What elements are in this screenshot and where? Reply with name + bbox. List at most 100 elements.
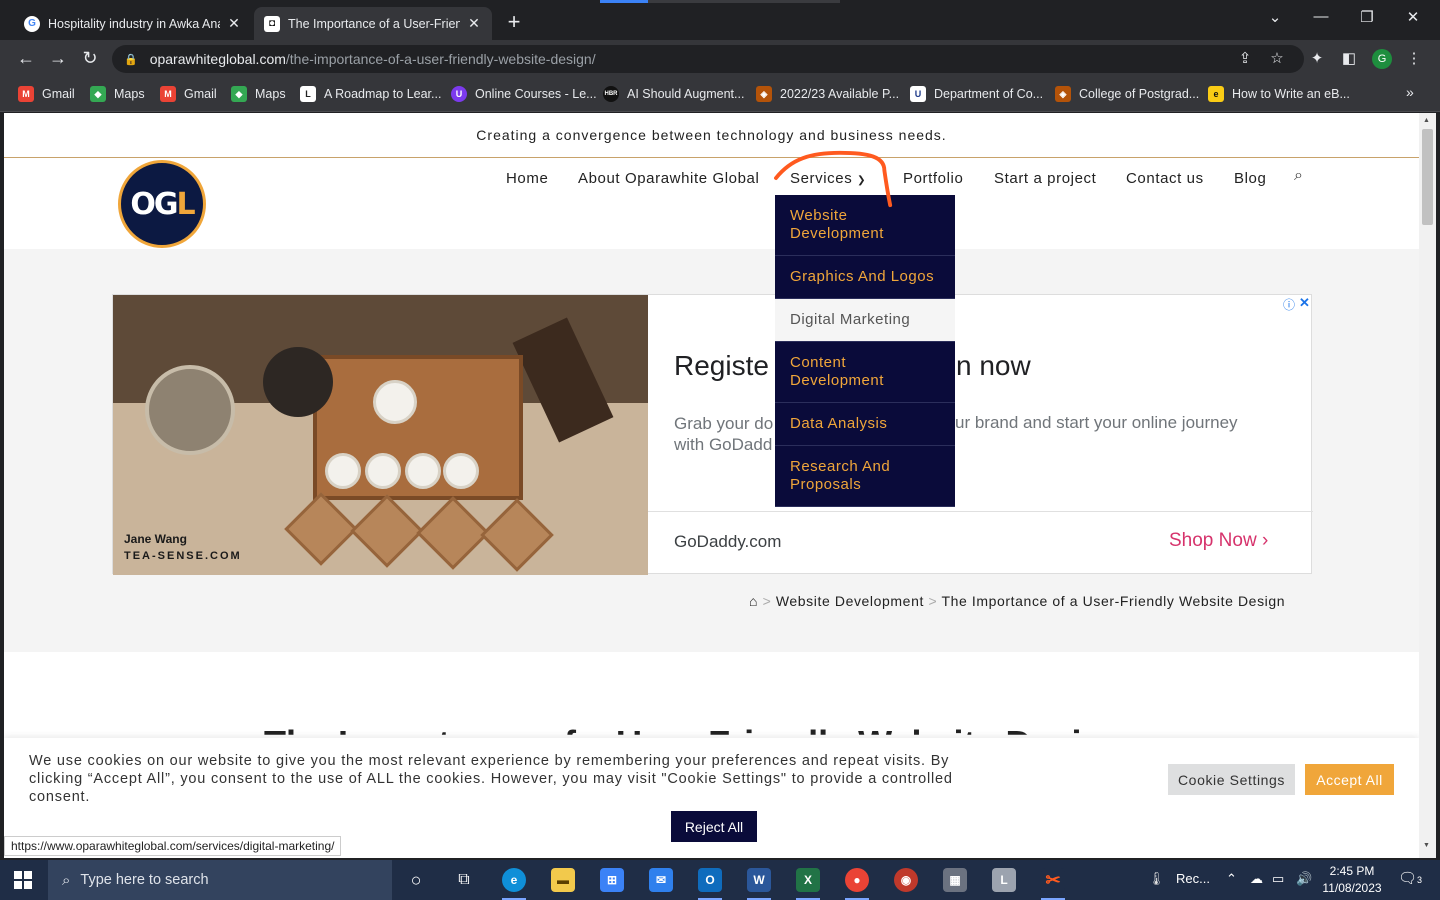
menu-item-data-analysis[interactable]: Data Analysis — [775, 403, 955, 446]
menu-item-digital-marketing[interactable]: Digital Marketing — [775, 299, 955, 342]
menu-item-graphics-logos[interactable]: Graphics And Logos — [775, 256, 955, 299]
gmail-icon: M — [18, 86, 34, 102]
windows-start-icon[interactable] — [14, 871, 32, 889]
chevron-up-icon[interactable]: ⌃ — [1226, 871, 1237, 887]
extensions-icon[interactable]: ✦ — [1306, 49, 1328, 67]
cookie-settings-button[interactable]: Cookie Settings — [1168, 764, 1295, 795]
screen-share-indicator — [600, 0, 840, 3]
divider — [648, 511, 1313, 512]
excel-icon[interactable]: X — [796, 868, 820, 900]
bookmark-maps[interactable]: ◆ Maps — [90, 86, 145, 102]
lock-icon: 🔒 — [124, 53, 138, 66]
shop-now-button[interactable]: Shop Now › — [1169, 530, 1268, 552]
bookmark-ebook[interactable]: e How to Write an eB... — [1208, 86, 1350, 102]
bookmark-maps-2[interactable]: ◆ Maps — [231, 86, 286, 102]
outlook-icon[interactable]: O — [698, 868, 722, 900]
ad-domain: GoDaddy.com — [674, 532, 782, 551]
task-view-icon[interactable]: ⧉ — [452, 868, 476, 892]
chevron-right-icon: › — [1261, 530, 1269, 551]
cortana-icon[interactable]: ○ — [404, 868, 428, 892]
mail-icon[interactable]: ✉ — [649, 868, 673, 892]
tab-hospitality[interactable]: G Hospitality industry in Awka Anambra ✕ — [14, 7, 252, 40]
bookmark-gmail-2[interactable]: M Gmail — [160, 86, 217, 102]
maps-icon: ◆ — [90, 86, 106, 102]
menu-item-research-proposals[interactable]: Research And Proposals — [775, 446, 955, 507]
edge-icon[interactable]: e — [502, 868, 526, 900]
side-panel-icon[interactable]: ◧ — [1338, 49, 1360, 67]
accept-all-button[interactable]: Accept All — [1305, 764, 1394, 795]
bookmark-online-courses[interactable]: U Online Courses - Le... — [451, 86, 597, 102]
minimize-icon[interactable]: — — [1306, 8, 1336, 25]
close-tab-icon[interactable]: ✕ — [466, 15, 482, 32]
close-tab-icon[interactable]: ✕ — [226, 15, 242, 32]
annotation-stroke — [774, 150, 893, 208]
snipping-tool-icon[interactable]: ✂ — [1041, 868, 1065, 900]
document-icon: L — [300, 86, 316, 102]
app-icon[interactable]: ◉ — [894, 868, 918, 892]
nav-start-project[interactable]: Start a project — [994, 170, 1096, 187]
reject-all-button[interactable]: Reject All — [671, 811, 757, 842]
taskbar-search[interactable]: ⌕ Type here to search — [48, 860, 392, 900]
ad-body-end: ur brand and start your online journey — [955, 413, 1238, 432]
menu-item-content-development[interactable]: Content Development — [775, 342, 955, 403]
ebook-icon: e — [1208, 86, 1224, 102]
new-tab-icon[interactable]: + — [502, 9, 526, 35]
nav-blog[interactable]: Blog — [1234, 170, 1266, 187]
page-viewport: Creating a convergence between technolog… — [4, 113, 1419, 858]
volume-icon[interactable]: 🔊 — [1296, 871, 1312, 887]
bookmark-department[interactable]: U Department of Co... — [910, 86, 1043, 102]
site-icon: ◘ — [264, 15, 280, 32]
address-bar[interactable]: 🔒 oparawhiteglobal.com/the-importance-of… — [112, 45, 1304, 73]
site-logo[interactable]: OG L — [118, 160, 206, 248]
search-icon[interactable]: ⌕ — [1294, 167, 1303, 185]
back-icon[interactable]: ← — [14, 48, 38, 69]
nav-portfolio[interactable]: Portfolio — [903, 170, 963, 187]
gmail-icon: M — [160, 86, 176, 102]
forward-icon[interactable]: → — [46, 48, 70, 69]
notification-icon[interactable]: 🗨3 — [1398, 869, 1422, 887]
advertisement[interactable]: Jane Wang TEA-SENSE.COM ⓘ ✕ Registe n no… — [112, 294, 1313, 575]
browser-toolbar: ← → ↻ 🔒 oparawhiteglobal.com/the-importa… — [0, 40, 1440, 78]
tab-importance[interactable]: ◘ The Importance of a User-Friendly Webs… — [254, 7, 492, 40]
tray-recorder[interactable]: Rec... — [1176, 871, 1210, 886]
tab-search-icon[interactable]: ⌄ — [1260, 8, 1290, 26]
ad-headline: Registe — [674, 350, 769, 381]
network-icon[interactable]: ▭ — [1272, 871, 1284, 887]
clock[interactable]: 2:45 PM 11/08/2023 — [1320, 863, 1384, 897]
bookmark-roadmap[interactable]: LA Roadmap to Lear... — [300, 86, 441, 102]
restore-icon[interactable]: ❐ — [1352, 8, 1382, 26]
bookmark-star-icon[interactable]: ☆ — [1266, 49, 1288, 67]
share-icon[interactable]: ⇪ — [1234, 49, 1256, 67]
shield-icon: ◈ — [756, 86, 772, 102]
breadcrumb-website-development[interactable]: Website Development — [776, 593, 924, 609]
menu-icon[interactable]: ⋮ — [1403, 49, 1425, 67]
windows-taskbar: ⌕ Type here to search ○ ⧉ e ▬ ⊞ ✉ O W X … — [0, 860, 1440, 900]
bookmark-ai-augment[interactable]: HBR AI Should Augment... — [603, 86, 744, 102]
ad-close-icon[interactable]: ✕ — [1299, 295, 1310, 311]
ad-choices-icon[interactable]: ⓘ — [1283, 296, 1295, 313]
home-icon[interactable]: ⌂ — [749, 593, 758, 609]
tagline-bar: Creating a convergence between technolog… — [4, 113, 1419, 158]
bookmark-gmail[interactable]: M Gmail — [18, 86, 75, 102]
page-scrollbar[interactable]: ▲ ▼ — [1419, 113, 1436, 858]
onedrive-icon[interactable]: ☁ — [1250, 871, 1263, 887]
bookmark-available[interactable]: ◈ 2022/23 Available P... — [756, 86, 899, 102]
bookmark-college[interactable]: ◈ College of Postgrad... — [1055, 86, 1199, 102]
profile-avatar[interactable]: G — [1372, 49, 1392, 69]
app-icon-2[interactable]: ▦ — [943, 868, 967, 892]
crest-icon: U — [910, 86, 926, 102]
nav-about[interactable]: About Oparawhite Global — [578, 170, 759, 187]
more-bookmarks-icon[interactable]: » — [1406, 84, 1414, 100]
weather-icon[interactable]: 🌡 — [1148, 871, 1165, 887]
reload-icon[interactable]: ↻ — [78, 48, 102, 69]
close-window-icon[interactable]: ✕ — [1398, 8, 1428, 26]
word-icon[interactable]: W — [747, 868, 771, 900]
site-header: OG L Home About Oparawhite Global Service… — [4, 159, 1419, 249]
nav-home[interactable]: Home — [506, 170, 548, 187]
ad-image: Jane Wang TEA-SENSE.COM — [113, 295, 648, 575]
store-icon[interactable]: ⊞ — [600, 868, 624, 892]
app-icon-3[interactable]: L — [992, 868, 1016, 892]
file-explorer-icon[interactable]: ▬ — [551, 868, 575, 892]
nav-contact[interactable]: Contact us — [1126, 170, 1204, 187]
chrome-icon[interactable]: ● — [845, 868, 869, 900]
